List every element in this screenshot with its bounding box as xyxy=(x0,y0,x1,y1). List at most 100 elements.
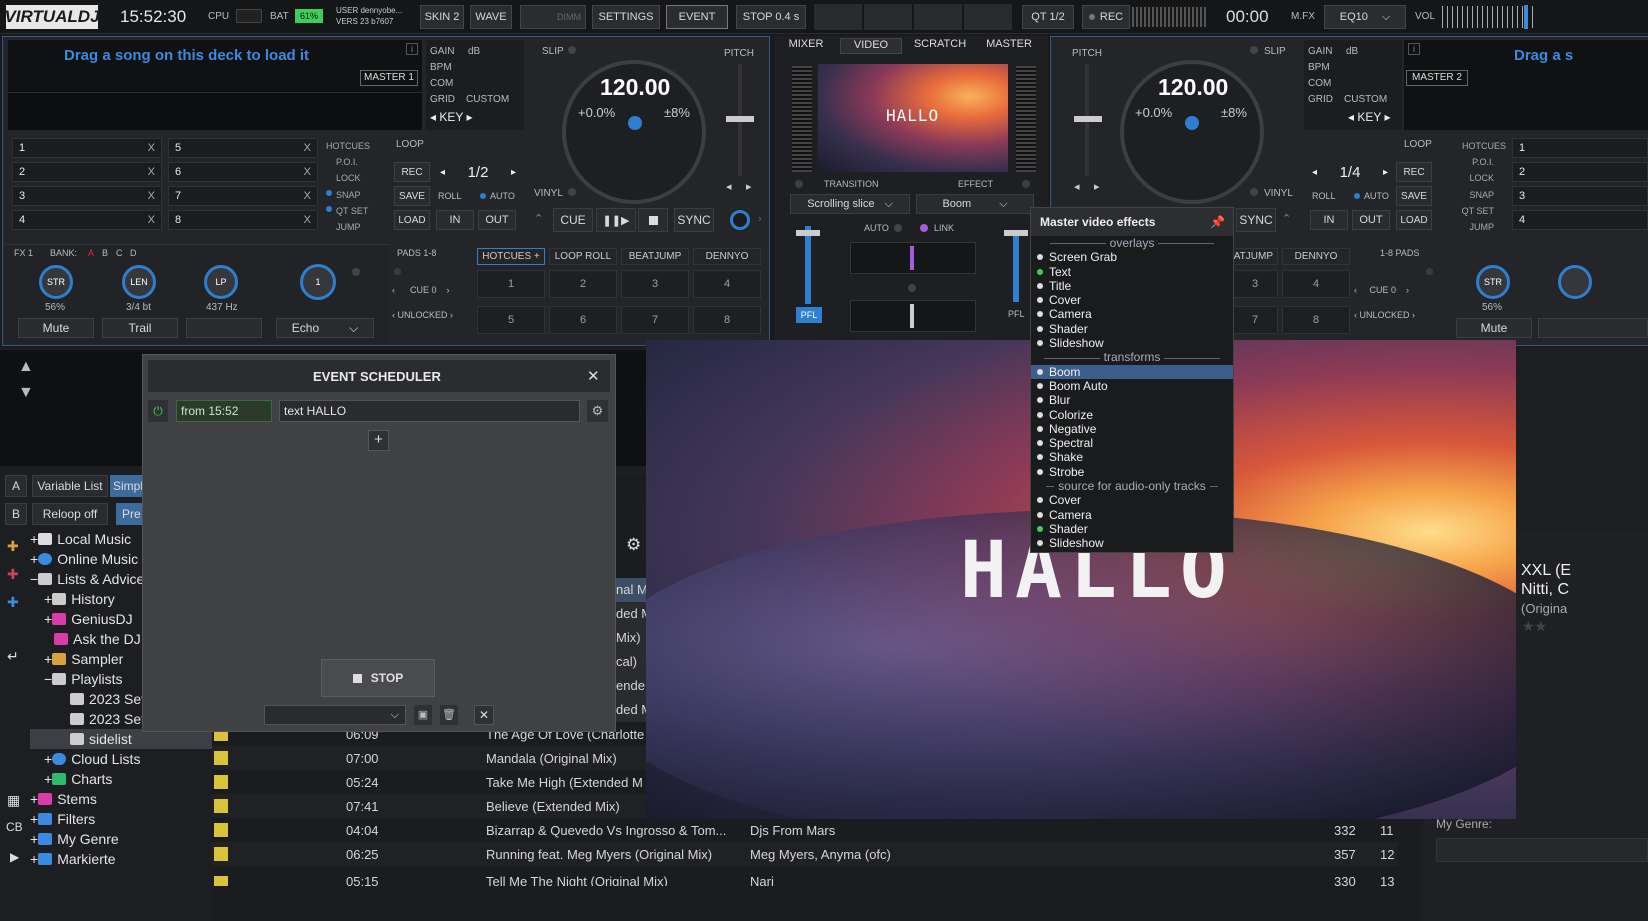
add-to-sampler-icon[interactable]: ✚ xyxy=(7,538,19,555)
pad-6[interactable]: 6 xyxy=(549,306,617,334)
add-event-button[interactable]: + xyxy=(368,430,389,451)
sync-button-right[interactable]: SYNC xyxy=(1236,208,1276,232)
pfl-left[interactable]: PFL xyxy=(796,307,822,323)
expand-icon[interactable]: + xyxy=(44,611,52,627)
volume-handle[interactable] xyxy=(1524,5,1528,29)
expand-icon[interactable]: + xyxy=(30,831,38,847)
mute-button-right[interactable]: Mute xyxy=(1456,318,1532,338)
tab-b[interactable]: B xyxy=(5,503,27,525)
load-button[interactable]: LOAD xyxy=(394,210,430,230)
slip-led-right[interactable] xyxy=(1250,46,1258,54)
reloop-button[interactable]: Reloop off xyxy=(32,503,108,525)
unlocked-selector[interactable]: ‹ UNLOCKED › xyxy=(392,310,453,320)
loop-save-button-right[interactable]: SAVE xyxy=(1396,186,1432,206)
rec-button[interactable]: REC xyxy=(1082,5,1130,29)
tab-scratch[interactable]: SCRATCH xyxy=(908,38,972,54)
loop-in-button[interactable]: IN xyxy=(436,210,474,230)
expand-icon[interactable]: + xyxy=(44,751,52,767)
pitch-nudge-right-icon[interactable]: ▸ xyxy=(1094,180,1100,193)
event-power-icon[interactable]: ⏻ xyxy=(148,400,168,422)
fx-menu-item[interactable]: Cover xyxy=(1031,293,1233,307)
transition-select[interactable]: Scrolling slice ⌵ xyxy=(790,194,910,214)
fx-knob-str[interactable]: STR xyxy=(39,265,73,299)
tab-a[interactable]: A xyxy=(5,475,27,497)
fx-menu-item[interactable]: Colorize xyxy=(1031,408,1233,422)
hotcue-2[interactable]: 2X xyxy=(12,162,162,182)
poi-option[interactable]: P.O.I. xyxy=(1446,154,1506,170)
key-selector[interactable]: ◂ KEY ▸ xyxy=(1348,110,1391,124)
expand-icon[interactable]: + xyxy=(30,791,38,807)
tree-sidelist[interactable]: sidelist xyxy=(30,729,214,749)
deck-left-master-badge[interactable]: MASTER 1 xyxy=(360,70,418,86)
loop-save-button[interactable]: SAVE xyxy=(394,186,430,206)
bank-d[interactable]: D xyxy=(130,248,137,258)
clear-icon[interactable]: ✕ xyxy=(474,705,494,725)
effect-select[interactable]: Boom ⌵ xyxy=(916,194,1034,214)
audio-crossfader-handle[interactable] xyxy=(910,304,914,328)
loop-size[interactable]: ◂ 1/2 ▸ xyxy=(440,162,516,182)
mute-button[interactable]: Mute xyxy=(18,318,94,338)
pad-8[interactable]: 8 xyxy=(693,306,761,334)
vinyl-led[interactable] xyxy=(568,188,576,196)
collapse-icon[interactable]: − xyxy=(44,671,52,687)
eq-select[interactable]: EQ10 ⌵ xyxy=(1324,5,1406,29)
event-settings-icon[interactable]: ⚙ xyxy=(587,400,608,422)
deck-right-master-badge[interactable]: MASTER 2 xyxy=(1406,70,1468,86)
add-to-sidelist-icon[interactable]: ✚ xyxy=(7,594,19,611)
hotcues-label[interactable]: HOTCUES xyxy=(1446,138,1506,154)
link-label[interactable]: LINK xyxy=(934,223,954,233)
fx-menu-item[interactable]: Negative xyxy=(1031,422,1233,436)
close-icon[interactable]: X xyxy=(304,166,311,178)
collapse-icon[interactable]: − xyxy=(30,571,38,587)
vol-handle-right[interactable] xyxy=(1004,230,1028,236)
effect-led[interactable] xyxy=(1022,180,1030,188)
deck-left-info-icon[interactable]: i xyxy=(406,43,418,55)
load-button-right[interactable]: LOAD xyxy=(1396,210,1432,230)
hotcue-7[interactable]: 7X xyxy=(168,186,318,206)
event-action-field[interactable]: text HALLO xyxy=(279,400,580,422)
hotcue-3[interactable]: 3X xyxy=(12,186,162,206)
fx-menu-item[interactable]: Shake xyxy=(1031,450,1233,464)
loop-in-button-right[interactable]: IN xyxy=(1310,210,1348,230)
pad-tab-dennyo-right[interactable]: DENNYO xyxy=(1282,248,1350,265)
pfl-right[interactable]: PFL xyxy=(1008,309,1025,319)
loop-out-button[interactable]: OUT xyxy=(478,210,516,230)
save-preset-icon[interactable]: ▣ xyxy=(414,705,432,725)
slip-led[interactable] xyxy=(568,46,576,54)
hotcue-3-right[interactable]: 3 xyxy=(1512,186,1648,206)
expand-icon[interactable]: + xyxy=(30,551,38,567)
deck-right-info-icon[interactable]: i xyxy=(1408,43,1420,55)
transition-led[interactable] xyxy=(795,180,803,188)
loop-out-button-right[interactable]: OUT xyxy=(1352,210,1390,230)
chevron-up-icon[interactable]: ⌃ xyxy=(1282,212,1291,225)
table-row[interactable]: 05:15 Tell Me The Night (Original Mix) N… xyxy=(212,866,1397,886)
master-volume-slider[interactable] xyxy=(1442,6,1536,28)
fx-menu-item[interactable]: Slideshow xyxy=(1031,536,1233,550)
close-icon[interactable]: X xyxy=(304,142,311,154)
expand-icon[interactable]: + xyxy=(44,591,52,607)
close-icon[interactable]: X xyxy=(304,214,311,226)
play-preview-icon[interactable]: ▶ xyxy=(10,850,19,864)
partial-title[interactable]: ende xyxy=(616,674,646,698)
cue0-selector[interactable]: ‹ CUE 0 › xyxy=(392,285,450,295)
pad-tab-beatjump-right[interactable]: ATJUMP xyxy=(1232,248,1278,265)
close-icon[interactable]: X xyxy=(148,166,155,178)
chevron-up-icon[interactable]: ⌃ xyxy=(534,212,543,225)
hotcue-1-right[interactable]: 1 xyxy=(1512,138,1648,158)
jump-option[interactable]: JUMP xyxy=(1446,219,1506,235)
fx-knob-dry[interactable]: 1 xyxy=(300,264,336,300)
pad-7[interactable]: 7 xyxy=(621,306,689,334)
fx-menu-item[interactable]: Strobe xyxy=(1031,465,1233,479)
table-row[interactable]: 04:04 Bizarrap & Quevedo Vs Ingrosso & T… xyxy=(212,818,1397,842)
pad-4-right[interactable]: 4 xyxy=(1282,270,1350,298)
fx-empty-button[interactable] xyxy=(186,318,262,338)
loop-double-icon[interactable]: ▸ xyxy=(1383,167,1388,178)
partial-title[interactable]: cal) xyxy=(616,650,646,674)
hotcue-4[interactable]: 4X xyxy=(12,210,162,230)
video-preview[interactable]: HALLO xyxy=(818,64,1008,172)
fx-menu-item[interactable]: Spectral xyxy=(1031,436,1233,450)
scroll-down-icon[interactable]: ▼ xyxy=(18,384,34,402)
hotcue-6[interactable]: 6X xyxy=(168,162,318,182)
tree-my-genre[interactable]: + My Genre xyxy=(30,829,214,849)
unlocked-selector-right[interactable]: ‹ UNLOCKED › xyxy=(1354,310,1415,320)
